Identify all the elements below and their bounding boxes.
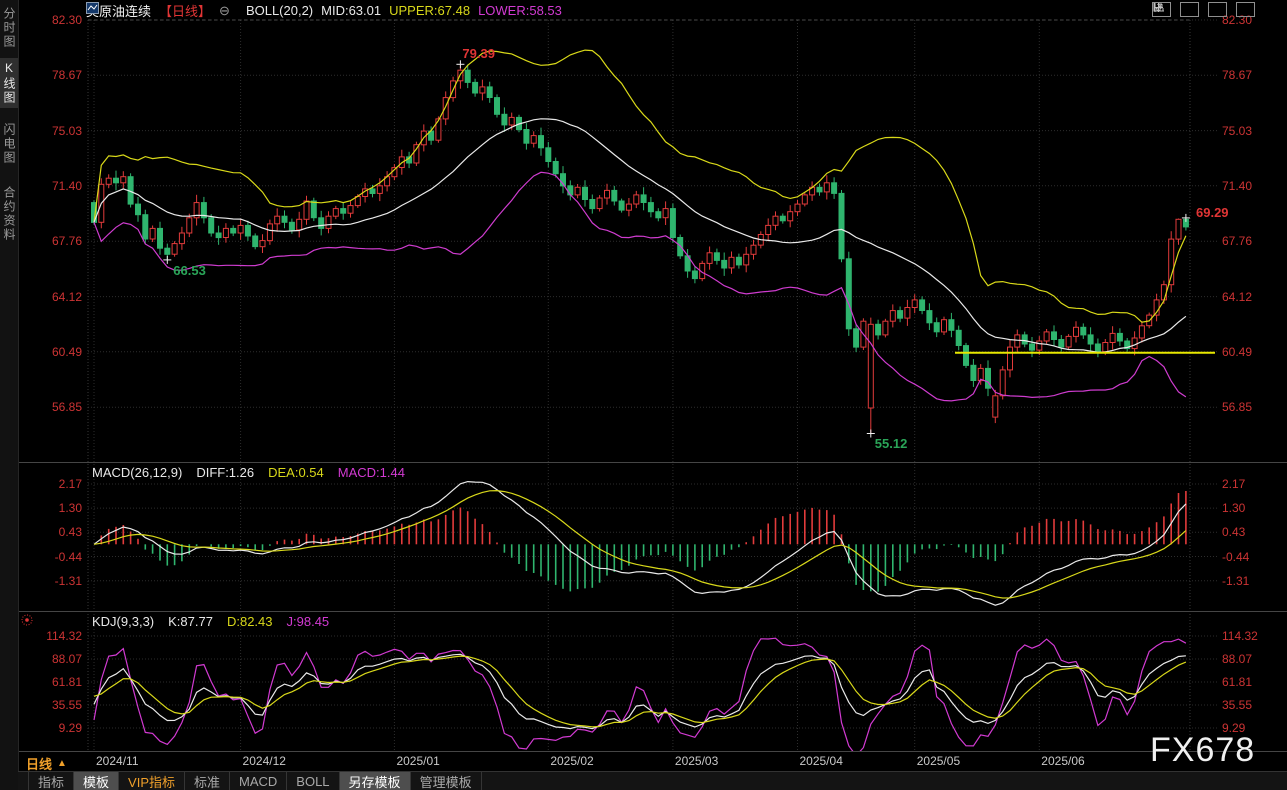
boll-mid-value: MID:63.01 <box>321 3 381 18</box>
kdj-panel-header: KDJ(9,3,3) K:87.77 D:82.43 J:98.45 <box>92 614 329 629</box>
pan-right-icon[interactable] <box>1236 2 1255 17</box>
tab-boll[interactable]: BOLL <box>287 772 339 790</box>
macd-panel-header: MACD(26,12,9) DIFF:1.26 DEA:0.54 MACD:1.… <box>92 465 405 480</box>
boll-params-label: BOLL(20,2) <box>246 3 313 18</box>
collapse-panel-icon[interactable]: ⊖ <box>219 3 230 19</box>
boll-lower-value: LOWER:58.53 <box>478 3 562 18</box>
kdj-j-value: J:98.45 <box>287 614 330 629</box>
sidebar-item-time-chart[interactable]: 分时图 <box>0 4 18 52</box>
kdj-d-value: D:82.43 <box>227 614 273 629</box>
watermark: FX678 <box>1150 731 1255 770</box>
chart-header: 美原油连续 【日线】 ⊖ BOLL(20,2) MID:63.01 UPPER:… <box>86 2 562 19</box>
panel-settings-icon[interactable] <box>22 615 32 625</box>
sidebar-item-contract-info[interactable]: 合约资料 <box>0 183 18 245</box>
sidebar-item-flash-chart[interactable]: 闪电图 <box>0 120 18 168</box>
tab-macd[interactable]: MACD <box>230 772 287 790</box>
sidebar-item-kline-chart[interactable]: K线图 <box>0 58 18 108</box>
axis-scale-icon[interactable] <box>1180 2 1199 17</box>
bottom-tab-bar: 指标模板VIP指标标准MACDBOLL另存模板管理模板 <box>18 771 1287 790</box>
axis-zoom-icon[interactable] <box>1208 2 1227 17</box>
chart-window: 82.3082.3078.6778.6775.0375.0371.4071.40… <box>0 0 1287 790</box>
macd-title: MACD(26,12,9) <box>92 465 182 480</box>
macd-diff-value: DIFF:1.26 <box>196 465 254 480</box>
tab-indicator[interactable]: 指标 <box>28 772 74 790</box>
kdj-title: KDJ(9,3,3) <box>92 614 154 629</box>
tab-standard[interactable]: 标准 <box>185 772 230 790</box>
tab-template[interactable]: 模板 <box>74 772 119 790</box>
macd-dea-value: DEA:0.54 <box>268 465 324 480</box>
tab-manage-template[interactable]: 管理模板 <box>411 772 482 790</box>
tab-save-template[interactable]: 另存模板 <box>340 772 411 790</box>
chevron-up-icon: ▲ <box>57 758 67 769</box>
macd-macd-value: MACD:1.44 <box>338 465 405 480</box>
chart-canvas[interactable] <box>0 0 1287 790</box>
chart-toolbar <box>1152 2 1255 17</box>
tab-vip-indicator[interactable]: VIP指标 <box>119 772 185 790</box>
boll-upper-value: UPPER:67.48 <box>389 3 470 18</box>
left-sidebar: 分时图 K线图闪电图合约资料 <box>0 0 19 790</box>
period-tag: 【日线】 <box>159 1 211 20</box>
kdj-k-value: K:87.77 <box>168 614 213 629</box>
